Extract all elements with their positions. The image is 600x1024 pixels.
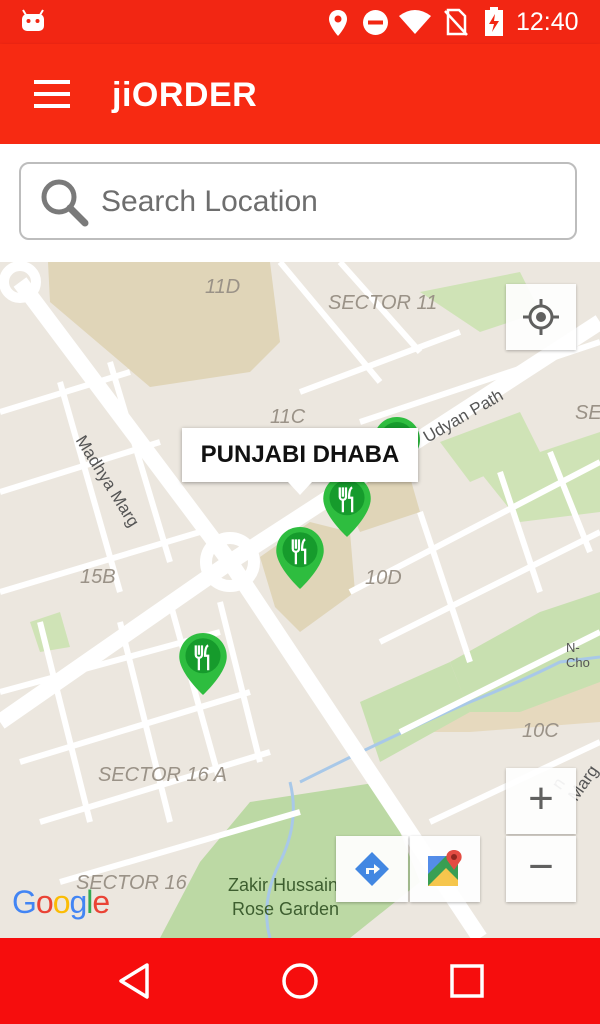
restaurant-marker[interactable]	[275, 526, 325, 590]
android-icon	[22, 9, 44, 31]
park-label-line2: Rose Garden	[232, 899, 340, 919]
zoom-in-button[interactable]: +	[506, 768, 576, 834]
map-view[interactable]: 11D SECTOR 11 11C SE 10D 15B 10C SECTOR …	[0, 262, 600, 938]
do-not-disturb-icon	[363, 10, 388, 35]
home-icon[interactable]	[281, 962, 319, 1000]
map-label-sector-16a: SECTOR 16 A	[98, 764, 227, 786]
map-label-11c: 11C	[270, 406, 306, 428]
map-label-se: SE	[575, 402, 600, 424]
park-label-line1: Zakir Hussain	[228, 875, 339, 895]
open-google-maps-button[interactable]	[410, 836, 480, 902]
search-area: Search Location	[0, 144, 600, 262]
place-name: PUNJABI DHABA	[200, 441, 400, 468]
my-location-button[interactable]	[506, 284, 576, 350]
street-label-n-cho: N-Cho	[566, 640, 590, 670]
no-sim-icon	[444, 8, 468, 36]
restaurant-marker[interactable]	[322, 474, 372, 538]
zoom-out-button[interactable]: −	[506, 836, 576, 902]
google-maps-icon	[428, 850, 462, 886]
restaurant-marker[interactable]	[178, 632, 228, 696]
directions-icon	[355, 852, 389, 886]
search-location-input[interactable]: Search Location	[19, 162, 577, 240]
place-info-window[interactable]: PUNJABI DHABA	[182, 428, 418, 495]
status-time: 12:40	[516, 8, 579, 36]
app-bar: jiORDER	[0, 44, 600, 144]
directions-button[interactable]	[336, 836, 408, 902]
google-attribution: Google	[12, 884, 110, 920]
zoom-in-label: +	[528, 774, 554, 823]
recents-icon[interactable]	[450, 964, 484, 998]
map-label-15b: 15B	[80, 566, 116, 588]
system-nav-bar	[0, 938, 600, 1024]
my-location-icon	[523, 299, 559, 335]
search-placeholder: Search Location	[101, 185, 318, 218]
wifi-icon	[399, 10, 431, 34]
map-label-11d: 11D	[205, 276, 241, 298]
app-title: jiORDER	[112, 76, 258, 114]
zoom-out-label: −	[528, 842, 554, 891]
battery-charging-icon	[485, 7, 503, 36]
location-icon	[329, 10, 347, 36]
back-icon[interactable]	[116, 962, 152, 1000]
map-label-10c: 10C	[522, 720, 559, 742]
search-icon	[41, 179, 89, 227]
hamburger-menu-icon[interactable]	[34, 80, 70, 108]
map-label-sector-11: SECTOR 11	[328, 292, 438, 314]
status-bar: 12:40	[0, 0, 600, 44]
map-label-10d: 10D	[365, 567, 402, 589]
